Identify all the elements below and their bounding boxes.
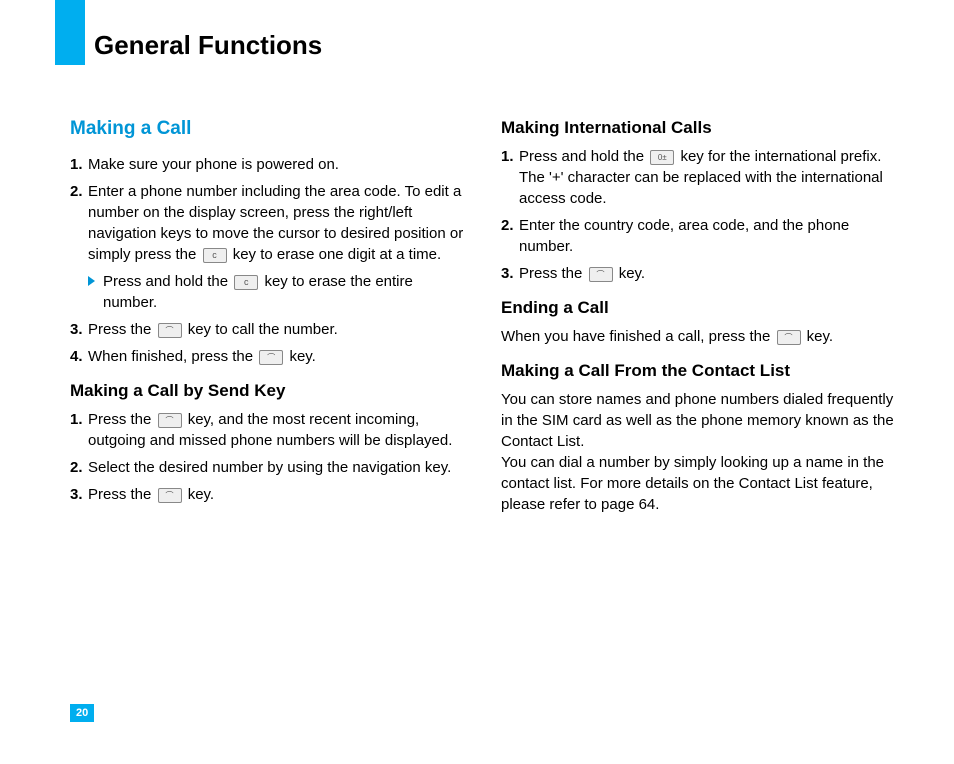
text-part: Press the <box>88 411 156 428</box>
bullet-text: Press and hold the key to erase the enti… <box>103 271 465 313</box>
zero-key-icon <box>650 150 674 165</box>
text-part: key to call the number. <box>188 321 338 338</box>
text-part: key. <box>807 328 833 345</box>
call-key-icon <box>777 330 801 345</box>
call-key-icon <box>158 323 182 338</box>
list-text: Press the key to call the number. <box>88 319 465 340</box>
call-key-icon <box>589 267 613 282</box>
section-heading-contact-list: Making a Call From the Contact List <box>501 361 896 381</box>
list-number: 3. <box>70 319 88 340</box>
list-text: Enter the country code, area code, and t… <box>519 215 896 257</box>
list-item: 1. Press and hold the key for the intern… <box>501 146 896 209</box>
triangle-icon <box>88 276 95 286</box>
call-key-icon <box>259 350 283 365</box>
header-tab <box>55 0 85 65</box>
text-part: Press and hold the <box>519 148 648 165</box>
list-item: 3. Press the key. <box>501 263 896 284</box>
text-part: Press the <box>88 486 156 503</box>
list-item: 4. When finished, press the key. <box>70 346 465 367</box>
list-number: 2. <box>501 215 519 236</box>
section-heading-international: Making International Calls <box>501 118 896 138</box>
c-key-icon <box>234 275 258 290</box>
list-item: 2. Enter the country code, area code, an… <box>501 215 896 257</box>
text-part: When finished, press the <box>88 348 257 365</box>
text-part: Press and hold the <box>103 273 232 290</box>
paragraph: You can store names and phone numbers di… <box>501 389 896 515</box>
list-text: Press and hold the key for the internati… <box>519 146 896 209</box>
list-text: Enter a phone number including the area … <box>88 181 465 265</box>
right-column: Making International Calls 1. Press and … <box>501 118 896 521</box>
list-number: 1. <box>70 154 88 175</box>
list-item: 2. Select the desired number by using th… <box>70 457 465 478</box>
left-column: Making a Call 1. Make sure your phone is… <box>70 118 465 521</box>
text-part: Press the <box>88 321 156 338</box>
text-part: When you have finished a call, press the <box>501 328 775 345</box>
section-heading-ending: Ending a Call <box>501 298 896 318</box>
list-text: Press the key. <box>519 263 896 284</box>
sub-bullet: Press and hold the key to erase the enti… <box>88 271 465 313</box>
list-text: Select the desired number by using the n… <box>88 457 465 478</box>
list-text: Press the key, and the most recent incom… <box>88 409 465 451</box>
text-part: key. <box>619 265 645 282</box>
list-item: 3. Press the key to call the number. <box>70 319 465 340</box>
list-number: 1. <box>501 146 519 167</box>
list-text: Make sure your phone is powered on. <box>88 154 465 175</box>
list-text: Press the key. <box>88 484 465 505</box>
list-number: 2. <box>70 457 88 478</box>
list-text: When finished, press the key. <box>88 346 465 367</box>
text-part: key to erase one digit at a time. <box>233 246 441 263</box>
list-item: 1. Make sure your phone is powered on. <box>70 154 465 175</box>
list-item: 1. Press the key, and the most recent in… <box>70 409 465 451</box>
list-number: 2. <box>70 181 88 202</box>
c-key-icon <box>203 248 227 263</box>
list-number: 3. <box>70 484 88 505</box>
page-number: 20 <box>70 704 94 722</box>
paragraph: When you have finished a call, press the… <box>501 326 896 347</box>
text-part: key. <box>289 348 315 365</box>
text-part: Press the <box>519 265 587 282</box>
list-number: 1. <box>70 409 88 430</box>
section-heading-send-key: Making a Call by Send Key <box>70 381 465 401</box>
text-part: key. <box>188 486 214 503</box>
call-key-icon <box>158 488 182 503</box>
list-item: 3. Press the key. <box>70 484 465 505</box>
list-number: 4. <box>70 346 88 367</box>
call-key-icon <box>158 413 182 428</box>
page-title: General Functions <box>94 30 322 61</box>
list-item: 2. Enter a phone number including the ar… <box>70 181 465 265</box>
content-area: Making a Call 1. Make sure your phone is… <box>70 118 904 521</box>
list-number: 3. <box>501 263 519 284</box>
section-heading-making-a-call: Making a Call <box>70 118 465 140</box>
